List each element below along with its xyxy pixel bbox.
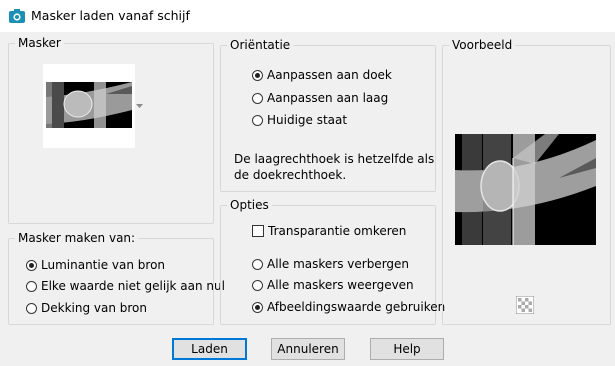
- orientation-info: De laagrechthoek is hetzelfde als de doe…: [234, 152, 435, 182]
- radio-nonzero[interactable]: Elke waarde niet gelijk aan nul: [26, 278, 225, 294]
- mask-source-label: Masker maken van:: [15, 231, 139, 245]
- radio-source-opacity[interactable]: Dekking van bron: [26, 300, 147, 316]
- radio-show-all-masks[interactable]: Alle maskers weergeven: [252, 277, 414, 293]
- radio-hide-all-masks[interactable]: Alle maskers verbergen: [252, 256, 409, 272]
- radio-indicator[interactable]: [26, 259, 37, 271]
- options-label: Opties: [227, 198, 272, 212]
- preview-image: [455, 134, 596, 245]
- preview-label: Voorbeeld: [449, 38, 516, 52]
- mask-group-label: Masker: [15, 36, 64, 50]
- radio-indicator[interactable]: [26, 280, 37, 292]
- radio-indicator[interactable]: [252, 69, 263, 81]
- mask-group: Masker: [8, 36, 214, 224]
- radio-use-image-value[interactable]: Afbeeldingswaarde gebruiken: [252, 299, 445, 315]
- help-button[interactable]: Help: [370, 338, 444, 360]
- mask-source-group: Masker maken van: Luminantie van bron El…: [8, 231, 225, 325]
- mask-selector[interactable]: [43, 64, 143, 148]
- radio-indicator[interactable]: [252, 301, 263, 313]
- radio-fit-canvas[interactable]: Aanpassen aan doek: [252, 67, 392, 83]
- load-button[interactable]: Laden: [172, 338, 247, 360]
- invert-transparency-checkbox[interactable]: Transparantie omkeren: [252, 223, 406, 239]
- radio-indicator[interactable]: [252, 92, 263, 104]
- checkerboard-icon[interactable]: [516, 296, 534, 314]
- mask-thumbnail: [46, 82, 132, 128]
- checkbox-indicator[interactable]: [252, 225, 264, 237]
- radio-indicator[interactable]: [252, 258, 263, 270]
- preview-group: Voorbeeld: [442, 38, 611, 325]
- orientation-group: Oriëntatie Aanpassen aan doek Aanpassen …: [220, 38, 436, 192]
- cancel-button[interactable]: Annuleren: [271, 338, 345, 360]
- chevron-down-icon[interactable]: [136, 104, 143, 109]
- radio-current-state[interactable]: Huidige staat: [252, 112, 347, 128]
- window-title: Masker laden vanaf schijf: [31, 8, 190, 23]
- radio-indicator[interactable]: [252, 114, 263, 126]
- camera-icon: [9, 9, 25, 23]
- options-group: Opties Transparantie omkeren Alle masker…: [220, 198, 445, 325]
- radio-indicator[interactable]: [26, 302, 37, 314]
- title-bar: Masker laden vanaf schijf: [0, 0, 615, 33]
- orientation-label: Oriëntatie: [227, 38, 294, 52]
- radio-luminance[interactable]: Luminantie van bron: [26, 257, 165, 273]
- radio-fit-layer[interactable]: Aanpassen aan laag: [252, 90, 388, 106]
- radio-indicator[interactable]: [252, 279, 263, 291]
